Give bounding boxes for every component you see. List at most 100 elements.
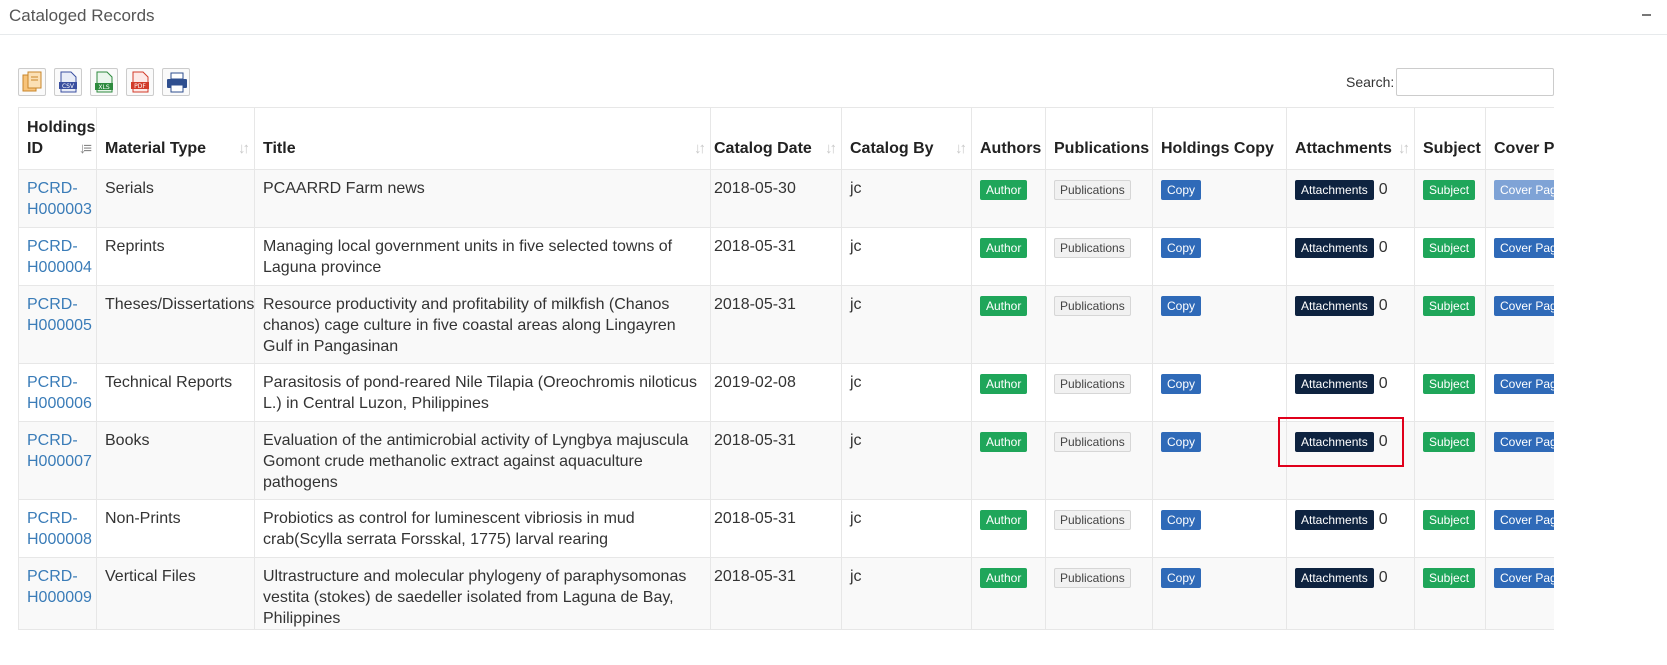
sort-icon: ↓↑ <box>694 140 706 157</box>
catalog-by-cell: jc <box>841 363 972 422</box>
copy-button[interactable]: Copy <box>1161 568 1202 588</box>
publications-cell: Publications <box>1045 421 1153 500</box>
cover-page-button[interactable]: Cover Page <box>1494 374 1554 394</box>
catalog-by-cell: jc <box>841 499 972 558</box>
holdings-id-link[interactable]: PCRD-H000004 <box>27 238 92 276</box>
cover-page-button[interactable]: Cover Page <box>1494 568 1554 588</box>
author-button[interactable]: Author <box>980 432 1028 452</box>
copy-export-button[interactable] <box>18 68 46 96</box>
material-type-cell: Vertical Files <box>96 557 255 630</box>
holdings-id-cell: PCRD-H000007 <box>18 421 97 500</box>
subject-button[interactable]: Subject <box>1423 296 1476 316</box>
column-header-catalog-date[interactable]: Catalog Date ↓↑ <box>710 107 842 170</box>
subject-button[interactable]: Subject <box>1423 180 1476 200</box>
holdings-id-link[interactable]: PCRD-H000005 <box>27 296 92 334</box>
holdings-id-link[interactable]: PCRD-H000008 <box>27 510 92 548</box>
copy-button[interactable]: Copy <box>1161 180 1202 200</box>
publications-button[interactable]: Publications <box>1054 180 1131 200</box>
holdings-copy-cell: Copy <box>1152 227 1287 286</box>
subject-button[interactable]: Subject <box>1423 374 1476 394</box>
catalog-date-cell: 2018-05-31 <box>710 421 842 500</box>
copy-button[interactable]: Copy <box>1161 238 1202 258</box>
holdings-id-link[interactable]: PCRD-H000003 <box>27 180 92 218</box>
attachments-button[interactable]: Attachments <box>1295 238 1374 258</box>
column-header-attachments[interactable]: Attachments ↓↑ <box>1286 107 1415 170</box>
copy-button[interactable]: Copy <box>1161 510 1202 530</box>
cover-page-button[interactable]: Cover Page <box>1494 432 1554 452</box>
table-row: PCRD-H000008 Non-Prints Probiotics as co… <box>18 499 1554 558</box>
copy-icon <box>22 71 42 92</box>
attachments-cell: Attachments 0 <box>1286 363 1415 422</box>
author-button[interactable]: Author <box>980 180 1028 200</box>
pdf-export-button[interactable]: PDF <box>126 68 154 96</box>
column-header-title[interactable]: Title ↓↑ <box>254 107 711 170</box>
catalog-date-cell: 2018-05-31 <box>710 285 842 364</box>
copy-button[interactable]: Copy <box>1161 296 1202 316</box>
title-cell: Evaluation of the antimicrobial activity… <box>254 421 711 500</box>
publications-button[interactable]: Publications <box>1054 432 1131 452</box>
attachments-button[interactable]: Attachments <box>1295 510 1374 530</box>
minus-icon[interactable] <box>1642 14 1651 16</box>
title-cell: PCAARRD Farm news <box>254 169 711 228</box>
sort-icon: ↓↑ <box>825 140 837 157</box>
catalog-by-cell: jc <box>841 421 972 500</box>
search-label: Search: <box>1346 74 1395 90</box>
catalog-date-cell: 2018-05-31 <box>710 499 842 558</box>
author-button[interactable]: Author <box>980 568 1028 588</box>
search-input[interactable] <box>1396 68 1554 96</box>
author-button[interactable]: Author <box>980 510 1028 530</box>
author-button[interactable]: Author <box>980 296 1028 316</box>
cover-page-button[interactable]: Cover Page <box>1494 510 1554 530</box>
records-table-wrapper: Holdings ID ↓≡ Material Type ↓↑ Title ↓↑ Ca… <box>18 107 1554 665</box>
cover-page-cell: Cover Page <box>1485 557 1554 630</box>
holdings-copy-cell: Copy <box>1152 285 1287 364</box>
column-header-holdings-id[interactable]: Holdings ID ↓≡ <box>18 107 97 170</box>
attachments-count: 0 <box>1378 569 1388 586</box>
copy-button[interactable]: Copy <box>1161 374 1202 394</box>
publications-button[interactable]: Publications <box>1054 510 1131 530</box>
holdings-id-link[interactable]: PCRD-H000006 <box>27 374 92 412</box>
attachments-count: 0 <box>1378 297 1388 314</box>
subject-cell: Subject <box>1414 499 1486 558</box>
subject-button[interactable]: Subject <box>1423 568 1476 588</box>
column-header-catalog-by[interactable]: Catalog By ↓↑ <box>841 107 972 170</box>
attachments-button[interactable]: Attachments <box>1295 296 1374 316</box>
title-cell: Probiotics as control for luminescent vi… <box>254 499 711 558</box>
xls-export-button[interactable]: XLS <box>90 68 118 96</box>
sort-icon: ↓↑ <box>238 140 250 157</box>
attachments-button[interactable]: Attachments <box>1295 374 1374 394</box>
cover-page-cell: Cover Page <box>1485 363 1554 422</box>
attachments-button[interactable]: Attachments <box>1295 568 1374 588</box>
attachments-button[interactable]: Attachments <box>1295 432 1374 452</box>
author-button[interactable]: Author <box>980 374 1028 394</box>
column-header-authors: Authors <box>971 107 1046 170</box>
title-cell: Resource productivity and profitability … <box>254 285 711 364</box>
subject-button[interactable]: Subject <box>1423 432 1476 452</box>
authors-cell: Author <box>971 557 1046 630</box>
publications-button[interactable]: Publications <box>1054 374 1131 394</box>
holdings-copy-cell: Copy <box>1152 557 1287 630</box>
attachments-button[interactable]: Attachments <box>1295 180 1374 200</box>
subject-cell: Subject <box>1414 557 1486 630</box>
holdings-id-link[interactable]: PCRD-H000009 <box>27 568 92 606</box>
holdings-id-link[interactable]: PCRD-H000007 <box>27 432 92 470</box>
subject-button[interactable]: Subject <box>1423 510 1476 530</box>
publications-button[interactable]: Publications <box>1054 568 1131 588</box>
copy-button[interactable]: Copy <box>1161 432 1202 452</box>
table-row: PCRD-H000003 Serials PCAARRD Farm news 2… <box>18 169 1554 228</box>
publications-button[interactable]: Publications <box>1054 296 1131 316</box>
publications-button[interactable]: Publications <box>1054 238 1131 258</box>
column-header-material-type[interactable]: Material Type ↓↑ <box>96 107 255 170</box>
catalog-date-cell: 2019-02-08 <box>710 363 842 422</box>
column-header-cover-page: Cover Page <box>1485 107 1554 170</box>
author-button[interactable]: Author <box>980 238 1028 258</box>
print-export-button[interactable] <box>162 68 190 96</box>
cover-page-button[interactable]: Cover Page <box>1494 296 1554 316</box>
subject-button[interactable]: Subject <box>1423 238 1476 258</box>
cover-page-cell: Cover Page <box>1485 285 1554 364</box>
attachments-count: 0 <box>1378 433 1388 450</box>
csv-export-button[interactable]: CSV <box>54 68 82 96</box>
cover-page-button[interactable]: Cover Page <box>1494 238 1554 258</box>
attachments-cell: Attachments 0 <box>1286 169 1415 228</box>
cover-page-button[interactable]: Cover Page <box>1494 180 1554 200</box>
